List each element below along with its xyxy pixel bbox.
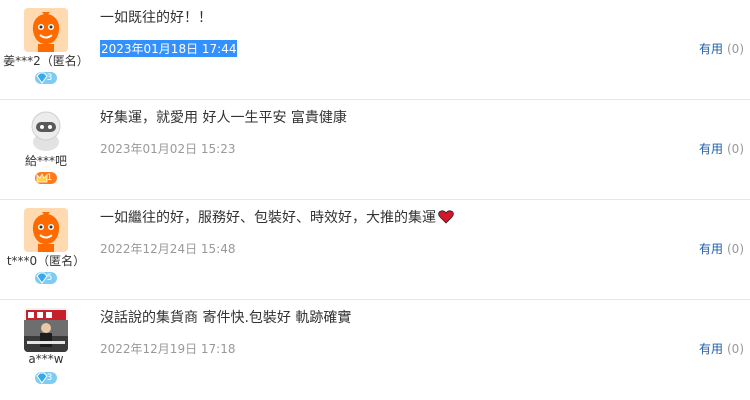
review-content: 一如既往的好！！ 2023年01月18日 17:44 xyxy=(100,8,660,57)
level-badge: 3 xyxy=(33,371,59,384)
review-list: 姜***2（匿名） 3 一如既往的好！！ 2023年01月18日 17:44 有… xyxy=(0,0,750,400)
reviewer-name: t***0（匿名） xyxy=(6,254,86,268)
review-text: 一如繼往的好，服務好、包裝好、時效好，大推的集運 xyxy=(100,210,436,226)
helpful-count: (0) xyxy=(727,242,744,256)
diamond-icon xyxy=(35,72,48,84)
review-item: 給***吧 1 好集運，就愛用 好人一生平安 富貴健康 2023年01月02日 … xyxy=(0,100,750,200)
review-item: a***w 3 沒話說的集貨商 寄件快.包裝好 軌跡確實 2022年12月19日… xyxy=(0,300,750,400)
avatar xyxy=(24,108,68,152)
helpful-count: (0) xyxy=(727,342,744,356)
orange-mascot-icon xyxy=(24,208,68,252)
review-item: 姜***2（匿名） 3 一如既往的好！！ 2023年01月18日 17:44 有… xyxy=(0,0,750,100)
reviewer-name: 姜***2（匿名） xyxy=(3,54,89,68)
gray-robot-icon xyxy=(24,108,68,152)
avatar xyxy=(24,8,68,52)
level-badge: 5 xyxy=(33,271,59,284)
review-item: t***0（匿名） 5 一如繼往的好，服務好、包裝好、時效好，大推的集運 202… xyxy=(0,200,750,300)
crown-icon xyxy=(36,172,48,182)
helpful-count: (0) xyxy=(727,42,744,56)
review-text: 沒話說的集貨商 寄件快.包裝好 軌跡確實 xyxy=(100,310,352,326)
review-content: 沒話說的集貨商 寄件快.包裝好 軌跡確實 2022年12月19日 17:18 xyxy=(100,308,660,357)
orange-mascot-icon xyxy=(24,8,68,52)
review-content: 一如繼往的好，服務好、包裝好、時效好，大推的集運 2022年12月24日 15:… xyxy=(100,208,660,257)
heart-icon xyxy=(438,210,454,224)
helpful-label[interactable]: 有用 xyxy=(699,242,723,256)
helpful-label[interactable]: 有用 xyxy=(699,342,723,356)
helpful-button[interactable]: 有用 (0) xyxy=(699,140,744,157)
review-date: 2023年01月18日 17:44 xyxy=(100,40,238,57)
reviewer-name: a***w xyxy=(28,352,64,366)
review-date: 2022年12月24日 15:48 xyxy=(100,242,236,256)
avatar xyxy=(24,308,68,352)
diamond-icon xyxy=(35,372,48,384)
review-text: 好集運，就愛用 好人一生平安 富貴健康 xyxy=(100,110,347,126)
review-text: 一如既往的好！！ xyxy=(100,10,212,26)
review-date: 2022年12月19日 17:18 xyxy=(100,342,236,356)
helpful-label[interactable]: 有用 xyxy=(699,142,723,156)
helpful-label[interactable]: 有用 xyxy=(699,42,723,56)
level-badge: 1 xyxy=(33,171,59,184)
helpful-button[interactable]: 有用 (0) xyxy=(699,340,744,357)
diamond-icon xyxy=(35,272,48,284)
helpful-button[interactable]: 有用 (0) xyxy=(699,40,744,57)
photo-avatar xyxy=(24,308,68,352)
helpful-button[interactable]: 有用 (0) xyxy=(699,240,744,257)
review-date: 2023年01月02日 15:23 xyxy=(100,142,236,156)
avatar xyxy=(24,208,68,252)
helpful-count: (0) xyxy=(727,142,744,156)
level-badge: 3 xyxy=(33,71,59,84)
reviewer-name: 給***吧 xyxy=(24,154,67,168)
review-content: 好集運，就愛用 好人一生平安 富貴健康 2023年01月02日 15:23 xyxy=(100,108,660,157)
